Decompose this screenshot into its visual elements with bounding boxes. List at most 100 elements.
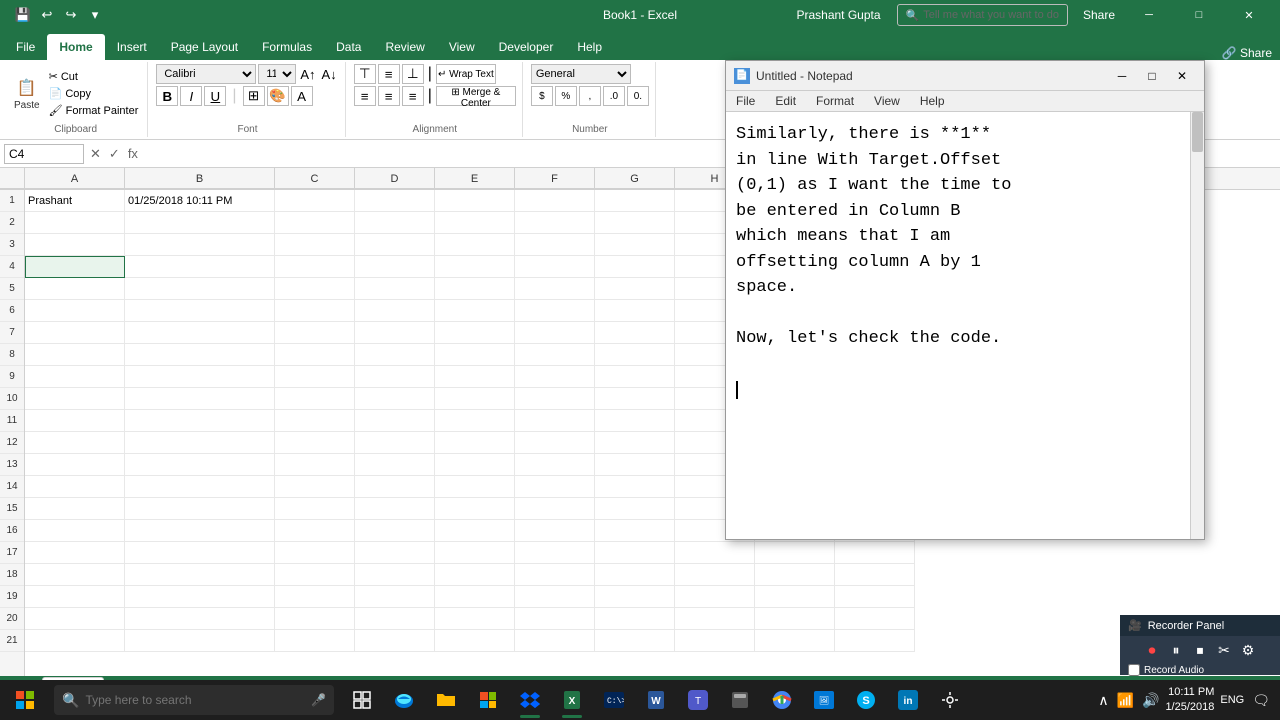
- cell-a15[interactable]: [25, 498, 125, 520]
- cell-g20[interactable]: [595, 608, 675, 630]
- cell-a16[interactable]: [25, 520, 125, 542]
- cell-e19[interactable]: [435, 586, 515, 608]
- row-header-11[interactable]: 11: [0, 410, 24, 432]
- cell-b1[interactable]: 01/25/2018 10:11 PM: [125, 190, 275, 212]
- cell-g11[interactable]: [595, 410, 675, 432]
- minimize-button[interactable]: ─: [1126, 0, 1172, 30]
- cell-a21[interactable]: [25, 630, 125, 652]
- taskbar-edge[interactable]: [384, 680, 424, 720]
- row-header-14[interactable]: 14: [0, 476, 24, 498]
- notepad-minimize-button[interactable]: ─: [1108, 65, 1136, 87]
- row-header-7[interactable]: 7: [0, 322, 24, 344]
- cell-d15[interactable]: [355, 498, 435, 520]
- tab-home[interactable]: Home: [47, 34, 104, 60]
- cell-f16[interactable]: [515, 520, 595, 542]
- taskbar-clock[interactable]: 10:11 PM 1/25/2018: [1165, 685, 1214, 716]
- align-top-button[interactable]: ⊤: [354, 64, 376, 84]
- cell-e15[interactable]: [435, 498, 515, 520]
- stop-button[interactable]: ⏹: [1190, 640, 1210, 660]
- cell-c2[interactable]: [275, 212, 355, 234]
- row-header-1[interactable]: 1: [0, 190, 24, 212]
- taskbar-calculator[interactable]: [720, 680, 760, 720]
- cell-d7[interactable]: [355, 322, 435, 344]
- cell-b5[interactable]: [125, 278, 275, 300]
- cell-c20[interactable]: [275, 608, 355, 630]
- cell-c8[interactable]: [275, 344, 355, 366]
- cell-d19[interactable]: [355, 586, 435, 608]
- confirm-formula-button[interactable]: ✓: [107, 146, 122, 162]
- cell-b13[interactable]: [125, 454, 275, 476]
- row-header-8[interactable]: 8: [0, 344, 24, 366]
- cell-f1[interactable]: [515, 190, 595, 212]
- cell-g2[interactable]: [595, 212, 675, 234]
- cell-b7[interactable]: [125, 322, 275, 344]
- taskbar-word[interactable]: W: [636, 680, 676, 720]
- taskbar-chrome[interactable]: [762, 680, 802, 720]
- align-middle-button[interactable]: ≡: [378, 64, 400, 84]
- cell-j20[interactable]: [835, 608, 915, 630]
- row-header-9[interactable]: 9: [0, 366, 24, 388]
- row-header-16[interactable]: 16: [0, 520, 24, 542]
- cell-b10[interactable]: [125, 388, 275, 410]
- cell-b17[interactable]: [125, 542, 275, 564]
- copy-button[interactable]: 📄 Copy: [46, 86, 142, 101]
- taskbar-search-input[interactable]: [85, 693, 305, 707]
- cell-a18[interactable]: [25, 564, 125, 586]
- taskbar-command[interactable]: C:\>: [594, 680, 634, 720]
- cell-b16[interactable]: [125, 520, 275, 542]
- cell-f11[interactable]: [515, 410, 595, 432]
- underline-button[interactable]: U: [204, 86, 226, 106]
- cell-c5[interactable]: [275, 278, 355, 300]
- currency-button[interactable]: $: [531, 86, 553, 106]
- cell-g7[interactable]: [595, 322, 675, 344]
- taskbar-photos[interactable]: 🖼: [804, 680, 844, 720]
- cell-e6[interactable]: [435, 300, 515, 322]
- cell-f18[interactable]: [515, 564, 595, 586]
- taskbar-dropbox[interactable]: [510, 680, 550, 720]
- settings-recorder-button[interactable]: ⚙: [1238, 640, 1258, 660]
- tab-page-layout[interactable]: Page Layout: [159, 34, 250, 60]
- cell-g21[interactable]: [595, 630, 675, 652]
- cell-a2[interactable]: [25, 212, 125, 234]
- col-header-f[interactable]: F: [515, 168, 595, 189]
- cell-e8[interactable]: [435, 344, 515, 366]
- cell-h17[interactable]: [675, 542, 755, 564]
- cell-e14[interactable]: [435, 476, 515, 498]
- cell-a12[interactable]: [25, 432, 125, 454]
- cell-reference-box[interactable]: [4, 144, 84, 164]
- cell-a8[interactable]: [25, 344, 125, 366]
- cut-button[interactable]: ✂ Cut: [46, 69, 142, 84]
- cell-e7[interactable]: [435, 322, 515, 344]
- taskbar-file-explorer[interactable]: [426, 680, 466, 720]
- cell-d17[interactable]: [355, 542, 435, 564]
- cell-b6[interactable]: [125, 300, 275, 322]
- notepad-menu-file[interactable]: File: [726, 91, 765, 111]
- cell-c15[interactable]: [275, 498, 355, 520]
- cell-d20[interactable]: [355, 608, 435, 630]
- row-header-10[interactable]: 10: [0, 388, 24, 410]
- cell-g8[interactable]: [595, 344, 675, 366]
- notepad-menu-format[interactable]: Format: [806, 91, 864, 111]
- cell-h19[interactable]: [675, 586, 755, 608]
- cancel-formula-button[interactable]: ✕: [88, 146, 103, 162]
- notification-button[interactable]: 🗨: [1250, 690, 1272, 711]
- row-header-6[interactable]: 6: [0, 300, 24, 322]
- cell-i17[interactable]: [755, 542, 835, 564]
- comma-button[interactable]: ,: [579, 86, 601, 106]
- cell-g18[interactable]: [595, 564, 675, 586]
- cell-b12[interactable]: [125, 432, 275, 454]
- col-header-e[interactable]: E: [435, 168, 515, 189]
- cell-b14[interactable]: [125, 476, 275, 498]
- cell-f4[interactable]: [515, 256, 595, 278]
- cell-f7[interactable]: [515, 322, 595, 344]
- cell-f3[interactable]: [515, 234, 595, 256]
- cell-d21[interactable]: [355, 630, 435, 652]
- maximize-button[interactable]: □: [1176, 0, 1222, 30]
- align-bottom-button[interactable]: ⊥: [402, 64, 424, 84]
- cell-d12[interactable]: [355, 432, 435, 454]
- insert-function-button[interactable]: fx: [126, 146, 140, 161]
- cell-a11[interactable]: [25, 410, 125, 432]
- cell-d4[interactable]: [355, 256, 435, 278]
- decrease-decimal-button[interactable]: 0.: [627, 86, 649, 106]
- share-button[interactable]: 🔗 Share: [1214, 46, 1280, 60]
